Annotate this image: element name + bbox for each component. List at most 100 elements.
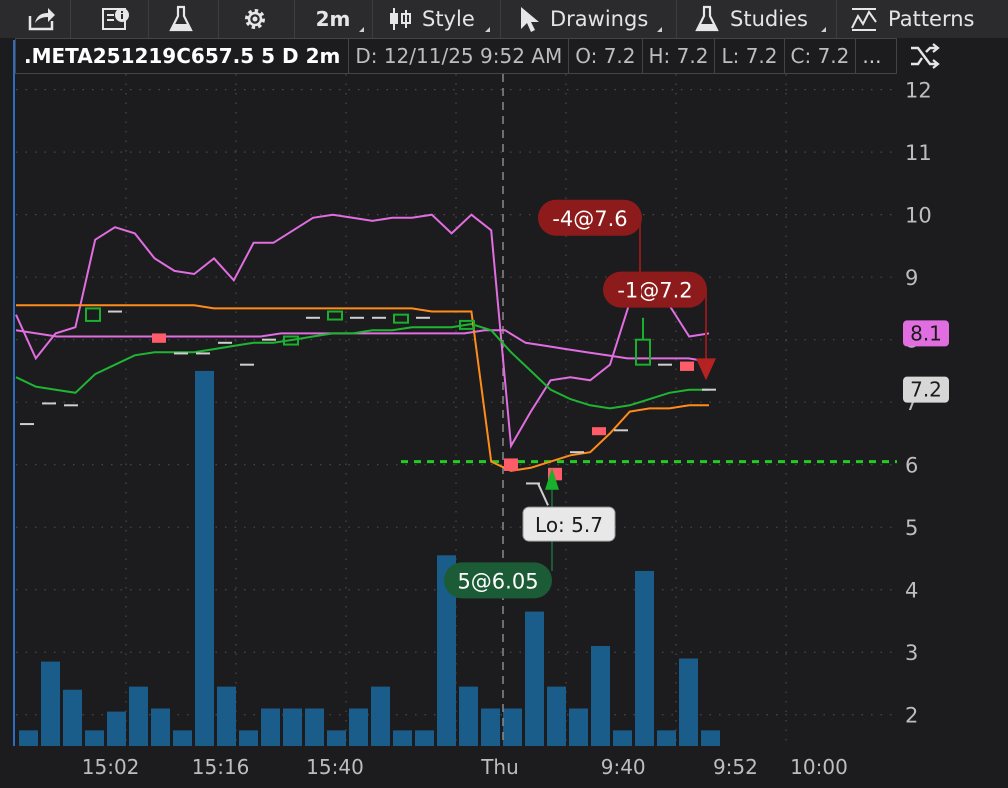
- volume-bar: [151, 708, 170, 746]
- toolbar-divider: [70, 0, 71, 38]
- volume-bar: [569, 708, 588, 746]
- candle: [680, 361, 694, 371]
- patterns-icon: [851, 8, 877, 31]
- x-tick-label: 9:52: [713, 755, 758, 779]
- y-tick-label: 4: [905, 579, 918, 603]
- symbol-label[interactable]: .META251219C657.5 5 D 2m: [16, 39, 350, 73]
- volume-bar: [195, 370, 214, 746]
- volume-bar: [217, 686, 236, 746]
- style-dropdown[interactable]: Style: [388, 0, 492, 38]
- low-readout: L: 7.2: [715, 39, 785, 73]
- studies-label: Studies: [730, 7, 808, 31]
- volume-bar: [503, 708, 522, 746]
- candle: [635, 338, 651, 366]
- toolbar: 2m Style Drawings Studies Patterns: [0, 0, 1008, 38]
- close-readout: C: 7.2: [785, 39, 857, 73]
- y-tick-label: 11: [905, 141, 932, 165]
- volume-bar: [371, 686, 390, 746]
- lo-badge-label: Lo: 5.7: [535, 513, 603, 537]
- candle: [327, 310, 343, 321]
- volume-bar: [261, 708, 280, 746]
- volume-bar: [129, 686, 148, 746]
- series-line: [15, 329, 710, 363]
- volume-bar: [349, 708, 368, 746]
- toolbar-divider: [372, 0, 373, 38]
- info-icon: [102, 8, 129, 30]
- chevron-down-icon: [821, 27, 826, 32]
- cursor-arrow-icon: [521, 7, 539, 32]
- link-chart-button[interactable]: [908, 40, 942, 72]
- sell-arrow: [696, 358, 716, 381]
- trade-label-text: -1@7.2: [617, 279, 692, 303]
- candle: [85, 307, 101, 322]
- y-tick-label: 10: [905, 204, 932, 228]
- x-tick-label: 10:00: [790, 755, 848, 779]
- x-tick-label: 15:40: [306, 755, 364, 779]
- y-tick-label: 12: [905, 79, 932, 103]
- more-button[interactable]: ...: [856, 39, 887, 73]
- y-tick-label: 3: [905, 641, 918, 665]
- volume-bar: [481, 708, 500, 746]
- x-tick-label: 15:16: [192, 755, 250, 779]
- trade-label-text: -4@7.6: [552, 207, 627, 231]
- toolbar-divider: [294, 0, 295, 38]
- x-tick-label: Thu: [480, 755, 519, 779]
- volume-bar: [525, 611, 544, 746]
- toolbar-divider: [836, 0, 837, 38]
- patterns-label: Patterns: [888, 7, 975, 31]
- toolbar-divider: [218, 0, 219, 38]
- swap-arrows-icon: [911, 43, 940, 69]
- toolbar-divider: [148, 0, 149, 38]
- volume-bar: [459, 686, 478, 746]
- share-icon: [28, 8, 55, 31]
- x-tick-label: 9:40: [601, 755, 646, 779]
- high-readout: H: 7.2: [643, 39, 716, 73]
- volume-bar: [305, 708, 324, 746]
- volume-bar: [173, 730, 192, 746]
- y-tick-label: 2: [905, 704, 918, 728]
- chevron-down-icon: [485, 27, 490, 32]
- toolbar-divider: [500, 0, 501, 38]
- trade-label-text: 5@6.05: [457, 569, 538, 593]
- x-tick-label: 15:02: [82, 755, 140, 779]
- volume-bar: [85, 730, 104, 746]
- series-line: [15, 213, 710, 450]
- volume-bar: [19, 730, 38, 746]
- flask-button[interactable]: [162, 0, 200, 38]
- volume-bar: [613, 730, 632, 746]
- chevron-down-icon: [657, 27, 662, 32]
- candlestick-icon: [390, 8, 411, 30]
- volume-bar: [701, 730, 720, 746]
- volume-bar: [547, 686, 566, 746]
- flask-icon: [695, 5, 719, 32]
- volume-bar: [327, 730, 346, 746]
- volume-bar: [283, 708, 302, 746]
- share-button[interactable]: [18, 0, 66, 38]
- volume-bar: [107, 711, 126, 746]
- chart-info-bar: .META251219C657.5 5 D 2m D: 12/11/25 9:5…: [15, 38, 897, 74]
- style-label: Style: [422, 7, 475, 31]
- volume-bar: [635, 570, 654, 746]
- series-line: [16, 304, 709, 472]
- volume-bar: [591, 645, 610, 746]
- drawings-dropdown[interactable]: Drawings: [518, 0, 664, 38]
- info-button[interactable]: [96, 0, 136, 38]
- interval-label: 2m: [315, 7, 351, 31]
- candle: [504, 458, 518, 471]
- volume-bar: [63, 689, 82, 746]
- studies-dropdown[interactable]: Studies: [694, 0, 828, 38]
- drawings-label: Drawings: [550, 7, 649, 31]
- volume-bar: [415, 730, 434, 746]
- interval-dropdown[interactable]: 2m: [300, 0, 366, 38]
- patterns-dropdown[interactable]: Patterns: [850, 0, 1000, 38]
- price-chart[interactable]: 2345678910111215:0215:1615:40Thu9:409:52…: [0, 74, 1008, 788]
- y-tick-label: 6: [905, 454, 918, 478]
- open-readout: O: 7.2: [569, 39, 643, 73]
- gear-icon: [245, 9, 265, 29]
- settings-button[interactable]: [236, 0, 274, 38]
- candle: [592, 427, 606, 436]
- price-badge-label: 8.1: [910, 321, 942, 345]
- volume-bar: [239, 730, 258, 746]
- volume-bar: [393, 730, 412, 746]
- chevron-down-icon: [359, 27, 364, 32]
